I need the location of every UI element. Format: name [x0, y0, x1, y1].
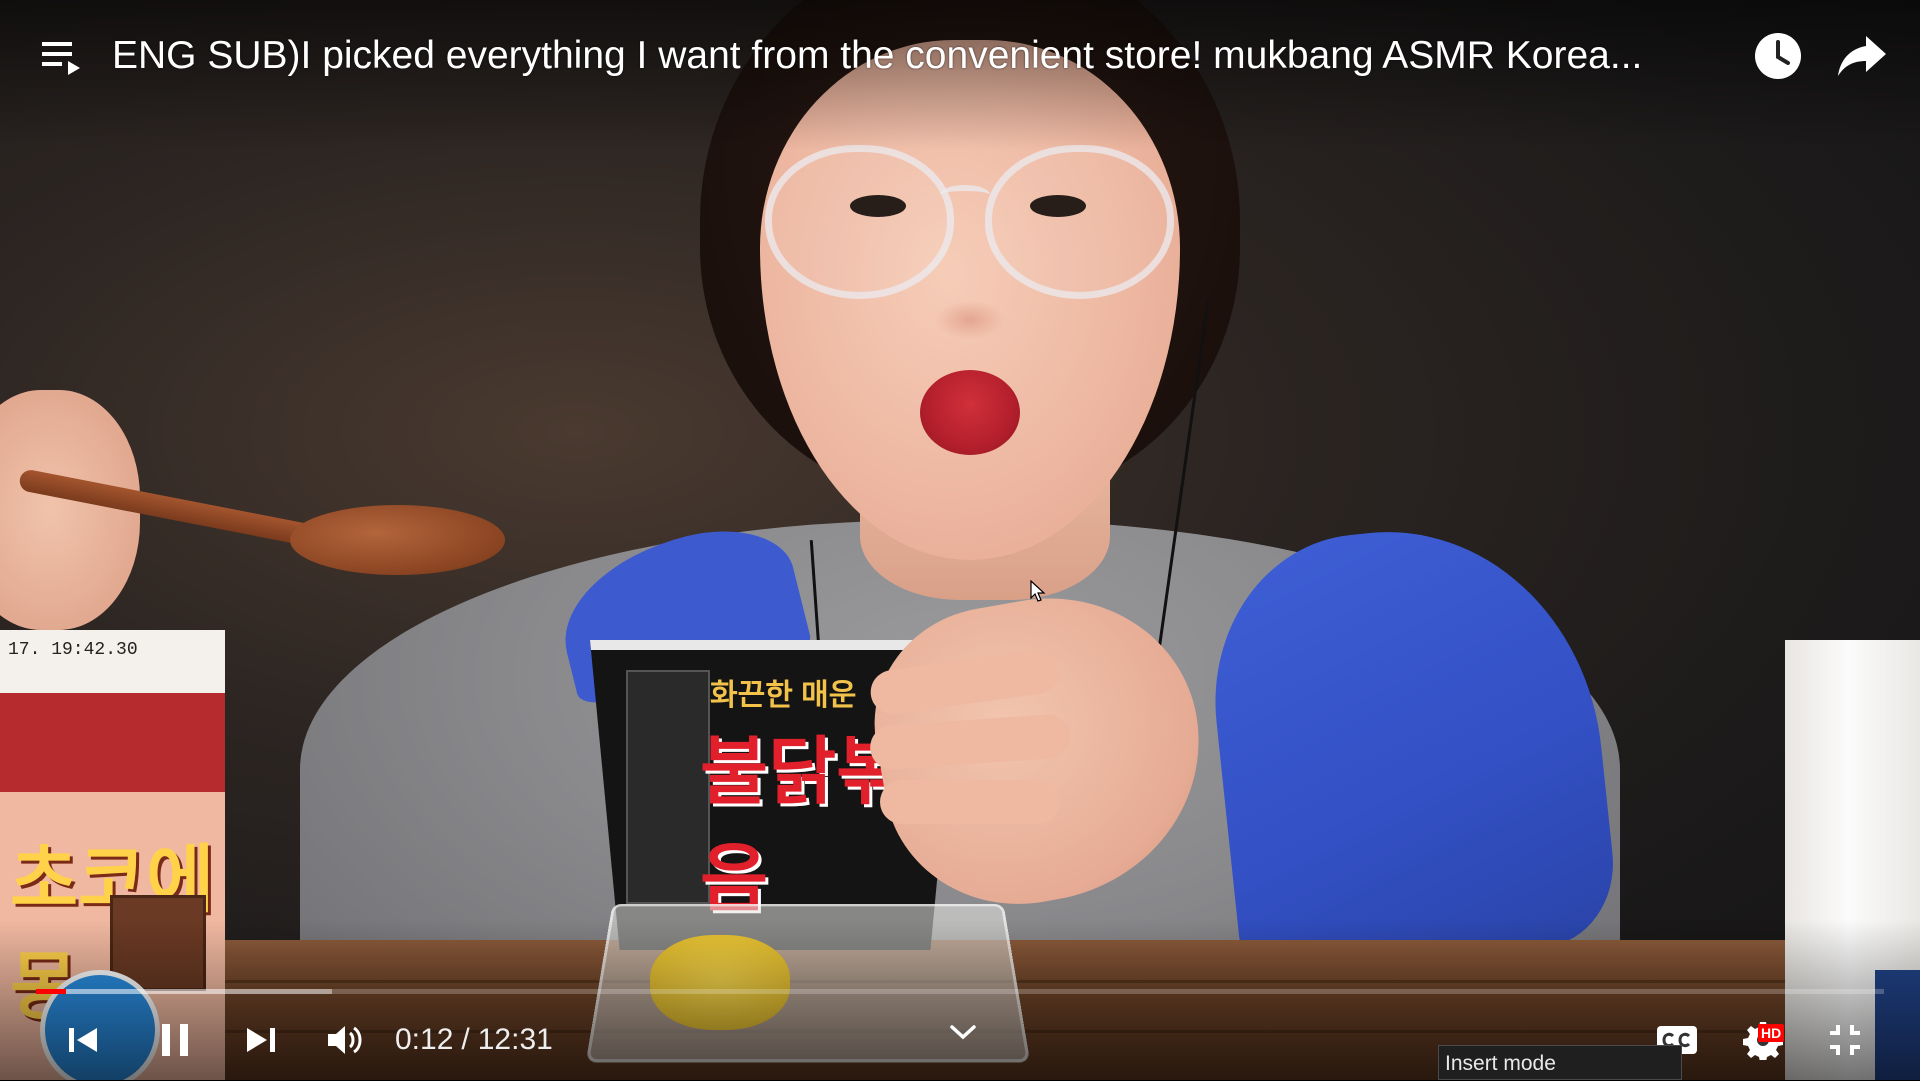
playlist-button[interactable] [38, 34, 86, 82]
share-button[interactable] [1836, 32, 1888, 80]
glasses-left-lens [765, 145, 954, 299]
insert-mode-indicator: Insert mode [1438, 1045, 1682, 1080]
cup-label-top: 화끈한 매운 [710, 679, 857, 712]
video-title[interactable]: ENG SUB)I picked everything I want from … [112, 30, 1722, 82]
mouse-cursor-icon [1030, 580, 1046, 602]
clock-icon [1755, 33, 1801, 79]
nose [935, 300, 1005, 340]
glasses-bridge [940, 185, 990, 205]
share-arrow-icon [1838, 36, 1886, 76]
chevron-down-icon[interactable] [948, 1022, 978, 1042]
time-separator: / [461, 1023, 470, 1056]
duration: 12:31 [477, 1023, 553, 1056]
progress-played [36, 989, 66, 994]
current-time: 0:12 [395, 1023, 454, 1056]
player-top-bar: ENG SUB)I picked everything I want from … [0, 0, 1920, 110]
volume-button[interactable] [320, 1010, 370, 1070]
next-button[interactable] [236, 1010, 286, 1070]
finger [880, 780, 1060, 824]
exit-fullscreen-button[interactable] [1820, 1010, 1870, 1070]
progress-loaded [36, 989, 332, 994]
progress-bar[interactable] [36, 989, 1884, 994]
fullscreen-exit-icon [1830, 1025, 1860, 1055]
playlist-icon [42, 42, 80, 75]
cup-nutrition-panel [626, 670, 710, 904]
wooden-spoon-bowl [290, 505, 505, 575]
watch-later-button[interactable] [1752, 30, 1804, 82]
carton-date: 17. 19:42.30 [8, 640, 138, 660]
video-frame[interactable]: 화끈한 매운 불닭볶음 17. 19:42.30 초코에 몽 [0, 0, 1920, 1080]
lips [920, 370, 1020, 455]
skip-previous-icon [69, 1028, 97, 1052]
glasses-right-lens [985, 145, 1174, 299]
previous-button[interactable] [58, 1010, 108, 1070]
pause-button[interactable] [148, 1010, 202, 1070]
pause-icon [162, 1024, 188, 1056]
skip-next-icon [247, 1028, 275, 1052]
left-hand [0, 390, 140, 630]
volume-icon [328, 1026, 362, 1054]
sweater-sleeve-blue [1198, 511, 1622, 979]
hd-badge: HD [1758, 1024, 1785, 1042]
time-display: 0:12/12:31 [395, 1020, 553, 1060]
